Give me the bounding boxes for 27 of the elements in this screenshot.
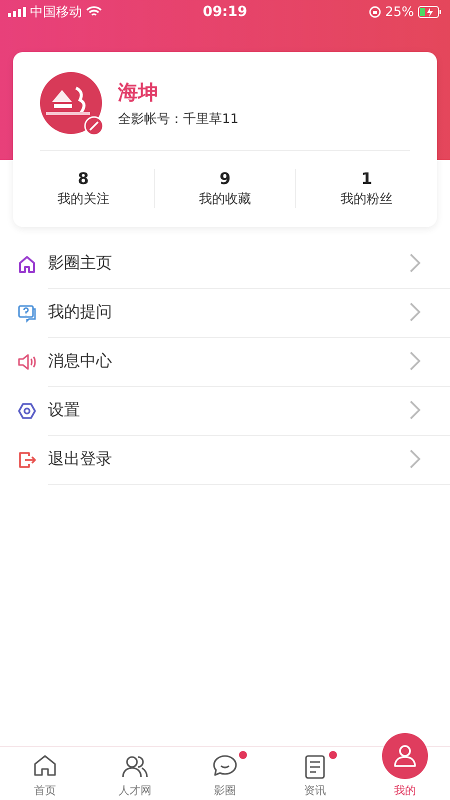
stat-count: 8 [78,169,89,188]
menu-item[interactable]: 消息中心 [48,350,405,372]
menu-item[interactable]: 我的提问 [48,302,405,322]
menu-item[interactable]: 退出登录 [48,448,405,470]
rotation-lock-icon [369,6,382,18]
stat-label[interactable]: 我的收藏 [199,190,251,208]
account-id: 全影帐号：千里草11 [118,110,239,128]
tab-bar-item[interactable]: 资讯 [270,732,360,800]
signal-icon [8,7,26,17]
menu-item[interactable]: 设置 [48,400,405,420]
tab-bar-item[interactable]: 我的 [360,732,450,800]
tab-bar-item[interactable]: 首页 [0,732,90,800]
menu-item[interactable]: 影圈主页 [48,252,405,274]
edit-icon[interactable] [84,116,104,136]
tab-bar-item[interactable]: 影圈 [180,732,270,800]
stat-label[interactable]: 我的粉丝 [340,190,393,208]
wifi-icon [86,6,102,18]
status-time: 09:19 [202,4,248,20]
carrier-name: 中国移动 [30,4,82,21]
user-name: 海坤 [118,78,159,106]
tab-bar-item[interactable]: 人才网 [90,732,180,800]
stat-label[interactable]: 我的关注 [57,190,110,208]
battery-percent: 25% [385,4,414,20]
stat-count: 9 [219,169,231,188]
battery-icon [418,6,442,18]
stat-count: 1 [361,169,372,188]
person-icon [391,742,419,770]
